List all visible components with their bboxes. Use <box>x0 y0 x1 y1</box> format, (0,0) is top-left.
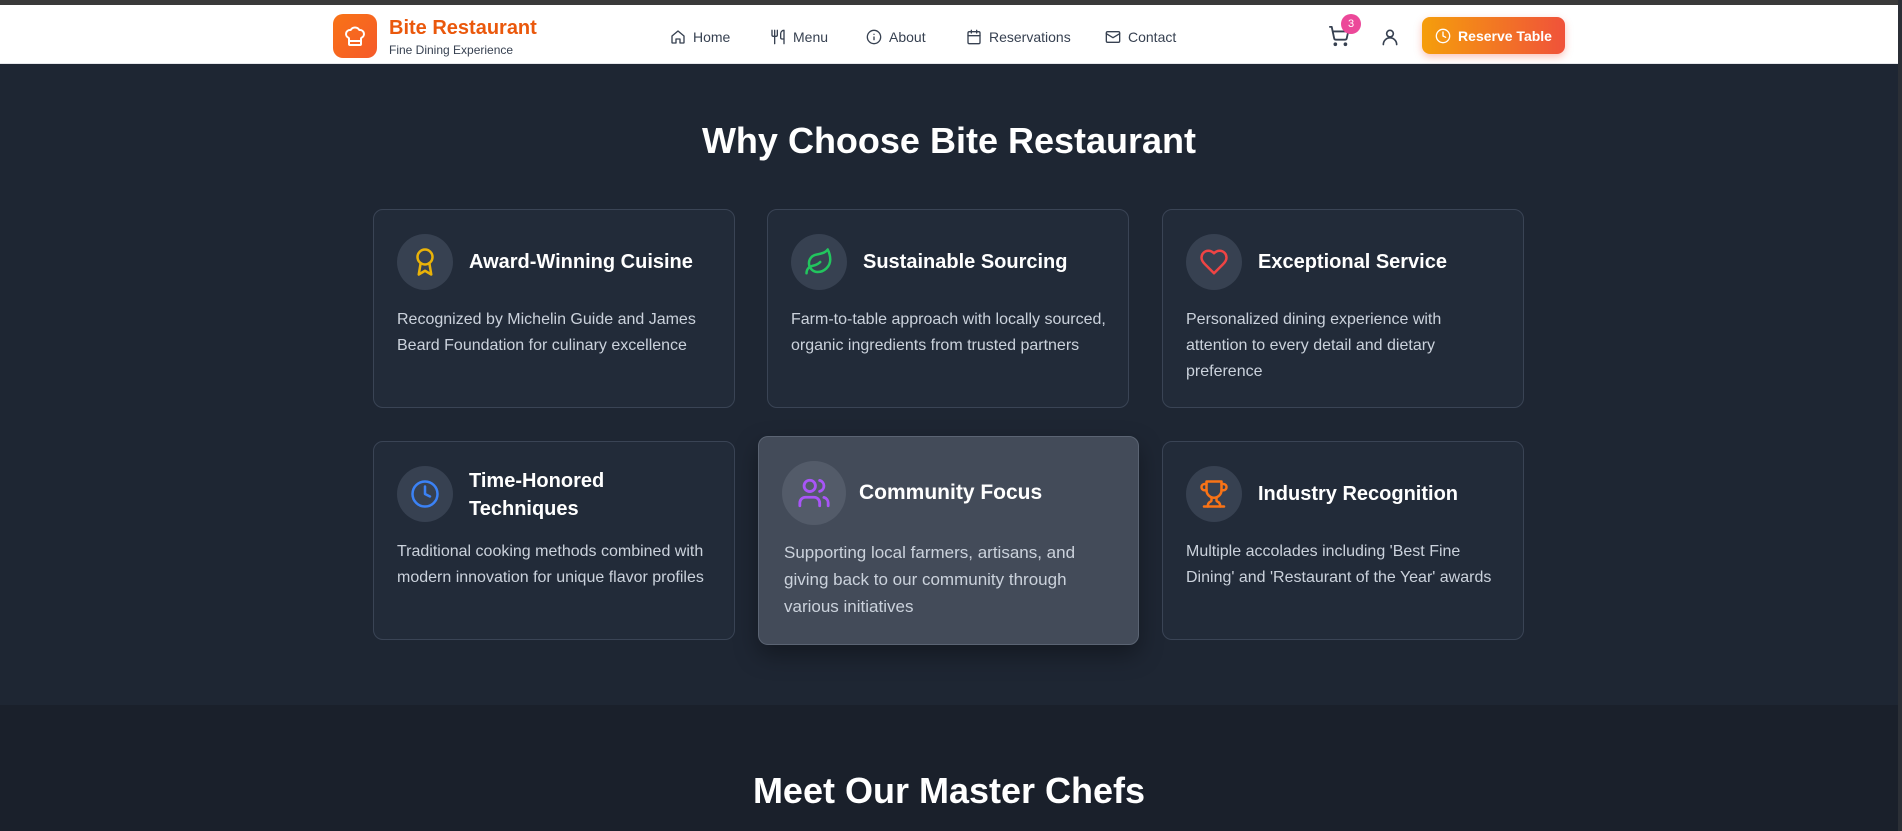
cart-count-badge: 3 <box>1341 14 1361 34</box>
home-icon <box>671 30 685 44</box>
feature-description: Farm-to-table approach with locally sour… <box>791 311 1106 354</box>
page-scrollbar[interactable] <box>1898 0 1902 831</box>
nav-about[interactable]: About <box>866 27 926 47</box>
feature-title: Sustainable Sourcing <box>863 251 1068 273</box>
clock-icon <box>1435 28 1451 43</box>
nav-contact-label: Contact <box>1128 29 1177 45</box>
feature-icon-wrap <box>1186 466 1242 522</box>
clock-icon <box>411 480 439 508</box>
chef-hat-icon <box>345 26 365 46</box>
nav-reservations[interactable]: Reservations <box>966 27 1071 47</box>
nav-home-label: Home <box>693 29 731 45</box>
feature-icon-wrap <box>791 234 847 290</box>
feature-icon-wrap <box>1186 234 1242 290</box>
feature-description: Recognized by Michelin Guide and James B… <box>397 311 696 354</box>
nav-menu[interactable]: Menu <box>770 27 828 47</box>
feature-icon-wrap <box>397 234 453 290</box>
users-icon <box>798 478 830 508</box>
logo[interactable] <box>333 14 377 58</box>
nav-menu-label: Menu <box>793 29 829 45</box>
feature-card-community: Community Focus Supporting local farmers… <box>758 436 1139 645</box>
feature-description: Personalized dining experience with atte… <box>1186 311 1442 380</box>
heart-icon <box>1200 249 1228 275</box>
feature-card-recognition: Industry Recognition Multiple accolades … <box>1162 441 1524 640</box>
feature-card-service: Exceptional Service Personalized dining … <box>1162 209 1524 408</box>
brand-name[interactable]: Bite Restaurant <box>389 17 537 40</box>
brand-tagline: Fine Dining Experience <box>389 43 514 57</box>
trophy-icon <box>1200 480 1228 508</box>
leaf-icon <box>805 248 832 275</box>
feature-title: Time-Honored Techniques <box>469 470 605 520</box>
feature-title: Exceptional Service <box>1258 251 1447 273</box>
nav-home[interactable]: Home <box>670 27 730 47</box>
nav-contact[interactable]: Contact <box>1105 27 1176 47</box>
reserve-table-button[interactable]: Reserve Table <box>1422 17 1565 54</box>
reserve-table-label: Reserve Table <box>1458 27 1552 44</box>
feature-icon-wrap <box>397 466 453 522</box>
why-section-title: Why Choose Bite Restaurant <box>701 120 1197 161</box>
utensils-icon <box>771 29 785 45</box>
feature-card-sustainable: Sustainable Sourcing Farm-to-table appro… <box>767 209 1129 408</box>
feature-description: Multiple accolades including 'Best Fine … <box>1186 543 1492 586</box>
mail-icon <box>1105 31 1121 43</box>
calendar-icon <box>967 29 981 45</box>
chefs-section: Meet Our Master Chefs <box>0 705 1898 831</box>
feature-icon-wrap <box>782 461 846 525</box>
award-icon <box>416 248 434 276</box>
chefs-section-title: Meet Our Master Chefs <box>752 770 1146 811</box>
user-icon[interactable] <box>1380 27 1400 47</box>
feature-title: Industry Recognition <box>1258 483 1458 505</box>
feature-description: Traditional cooking methods combined wit… <box>397 543 704 586</box>
feature-card-award: Award-Winning Cuisine Recognized by Mich… <box>373 209 735 408</box>
nav-reservations-label: Reservations <box>989 29 1071 45</box>
feature-title: Award-Winning Cuisine <box>469 251 693 273</box>
feature-description: Supporting local farmers, artisans, and … <box>784 543 1076 616</box>
info-icon <box>866 29 882 45</box>
feature-title: Community Focus <box>859 481 1043 504</box>
navbar: Bite Restaurant Fine Dining Experience H… <box>0 5 1898 64</box>
feature-card-techniques: Time-Honored Techniques Traditional cook… <box>373 441 735 640</box>
nav-about-label: About <box>889 29 926 45</box>
